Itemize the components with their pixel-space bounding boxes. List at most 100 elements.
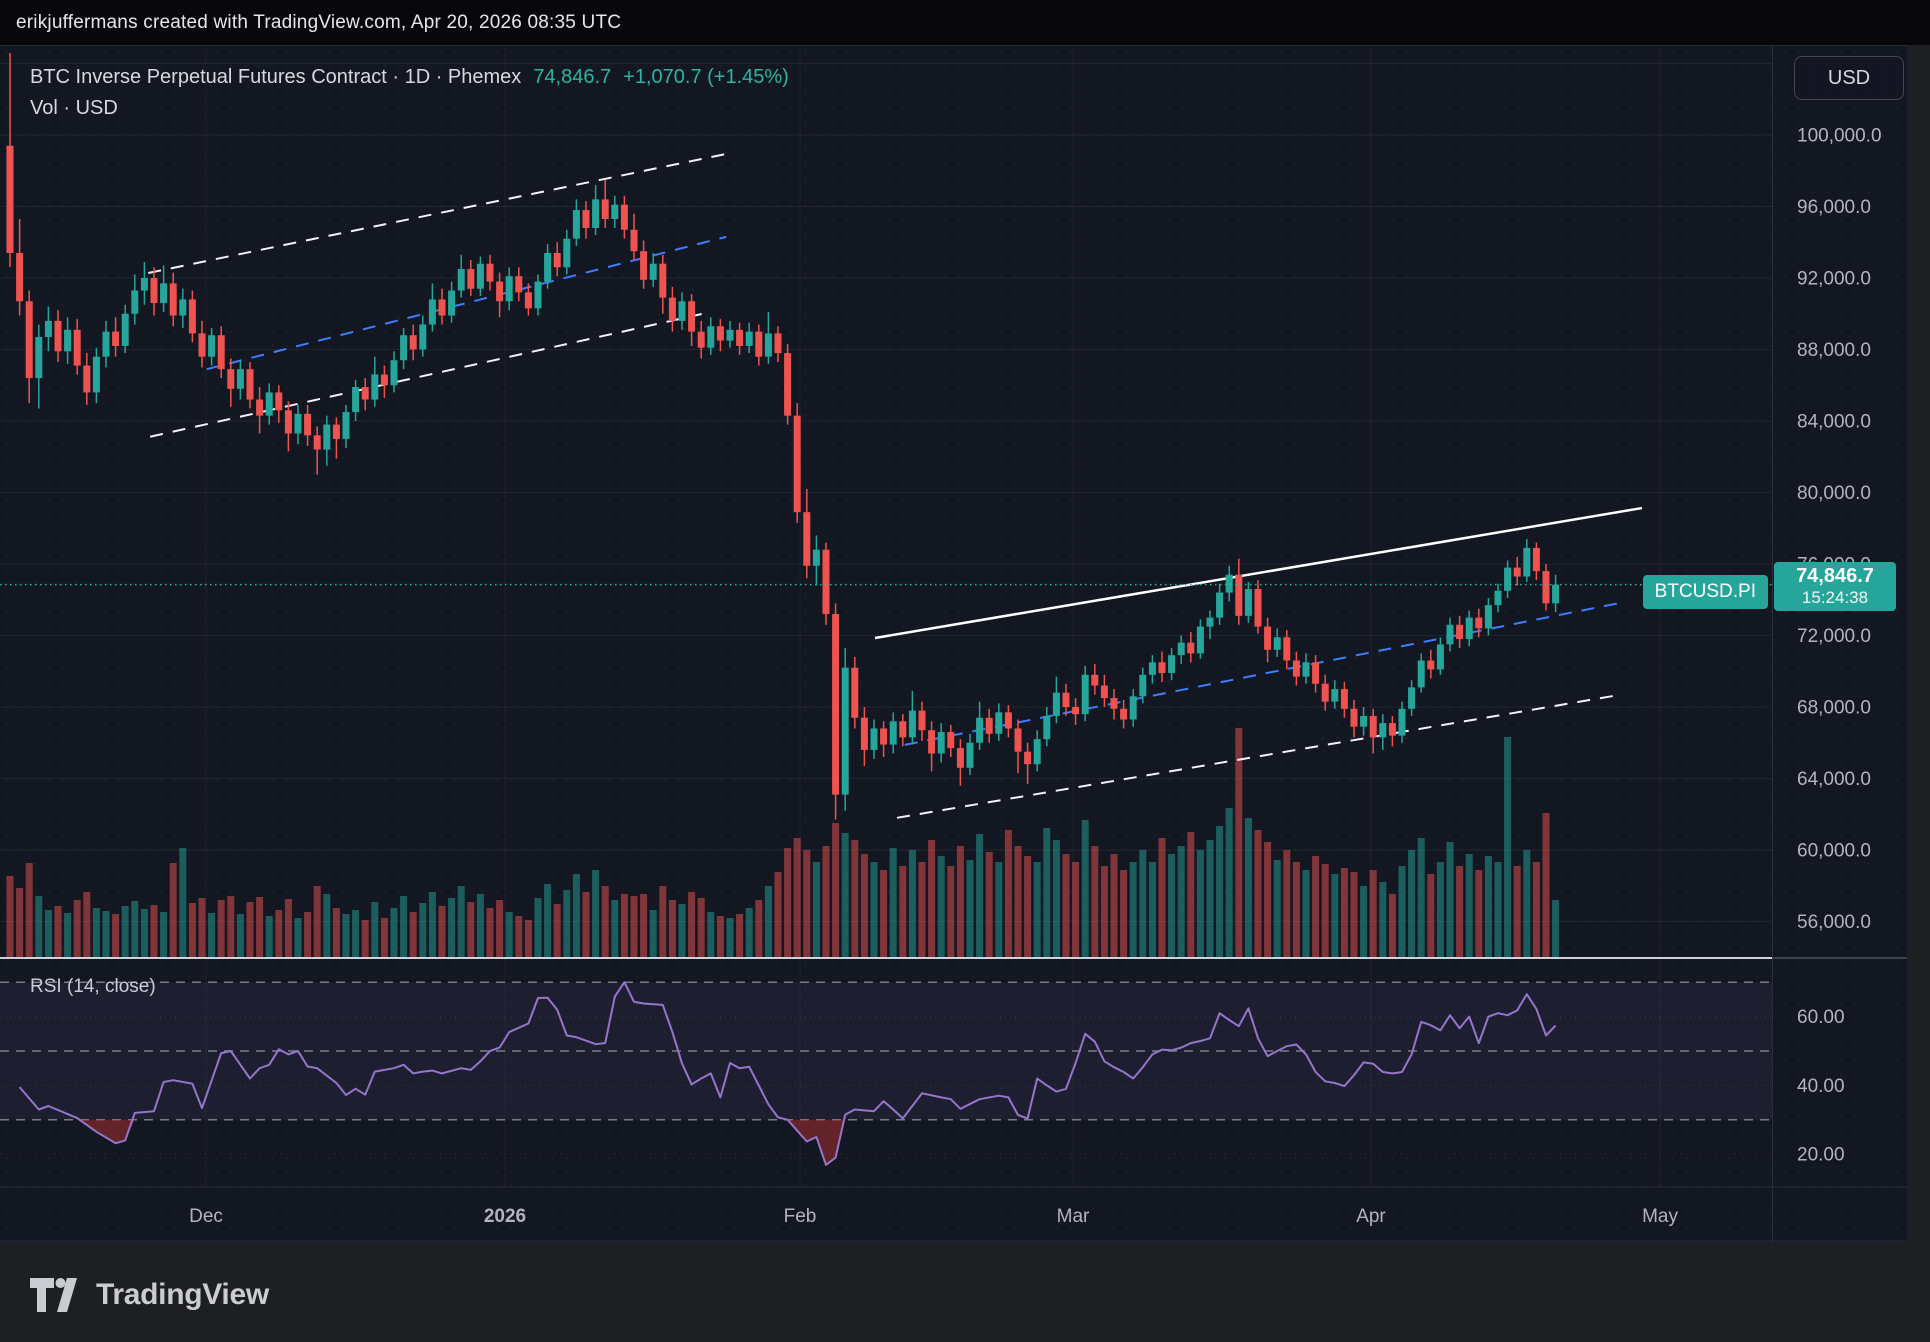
volume-bar [746, 908, 753, 958]
volume-bar [1072, 862, 1079, 958]
volume-bar [813, 862, 820, 958]
candle-body [467, 269, 474, 289]
time-axis-label: Dec [189, 1206, 223, 1227]
candle-body [1043, 716, 1050, 739]
candle-body [1120, 709, 1127, 720]
candle-body [679, 301, 686, 321]
candle-body [602, 199, 609, 219]
candle-body [1514, 568, 1521, 577]
candle-body [371, 375, 378, 400]
candle-body [304, 414, 311, 435]
symbol-price-flag[interactable]: BTCUSD.PI [1643, 575, 1768, 609]
volume-bar [1399, 866, 1406, 958]
candle-body [496, 282, 503, 302]
volume-bar [707, 912, 714, 958]
volume-bar [458, 886, 465, 958]
volume-bar [285, 899, 292, 958]
volume-bar [1178, 846, 1185, 958]
volume-bar [487, 908, 494, 958]
candle-body [1475, 618, 1482, 629]
volume-bar [93, 908, 100, 958]
volume-bar [573, 874, 580, 958]
legend-last-price: 74,846.7 [533, 66, 611, 89]
volume-bar [823, 846, 830, 958]
candle-body [1447, 625, 1454, 645]
volume-bar [410, 912, 417, 958]
volume-bar [179, 848, 186, 958]
candle-body [1111, 698, 1118, 709]
bar-countdown: 15:24:38 [1774, 588, 1896, 608]
chart-canvas[interactable]: 100,000.096,000.092,000.088,000.084,000.… [0, 45, 1907, 1242]
volume-bar [256, 897, 263, 958]
candle-body [1255, 589, 1262, 627]
volume-bar [1130, 862, 1137, 958]
volume-bar [755, 900, 762, 958]
symbol-legend[interactable]: BTC Inverse Perpetual Futures Contract ·… [30, 66, 789, 89]
volume-bar [544, 884, 551, 958]
candle-body [1034, 739, 1041, 764]
volume-bar [1552, 900, 1559, 958]
candle-body [151, 278, 158, 303]
last-price-axis-label: 74,846.7 15:24:38 [1774, 562, 1896, 611]
candle-body [1197, 627, 1204, 654]
volume-bar [736, 914, 743, 958]
candle-body [1399, 709, 1406, 736]
volume-bar [554, 904, 561, 958]
volume-bar [266, 916, 273, 958]
candle-body [343, 412, 350, 439]
time-axis-label: Apr [1356, 1206, 1386, 1227]
volume-bar [631, 896, 638, 958]
candle-body [1178, 643, 1185, 656]
candle-body [1341, 689, 1348, 709]
volume-bar [429, 892, 436, 958]
candle-body [861, 718, 868, 750]
volume-bar [890, 848, 897, 958]
volume-bar [1168, 854, 1175, 958]
candle-body [1466, 618, 1473, 639]
candle-body [285, 410, 292, 433]
candle-body [1360, 716, 1367, 727]
candle-body [1187, 643, 1194, 654]
volume-bar [1543, 813, 1550, 958]
candle-body [83, 366, 90, 393]
chart-area[interactable]: 100,000.096,000.092,000.088,000.084,000.… [0, 45, 1907, 1242]
volume-bar [909, 850, 916, 958]
candle-body [957, 748, 964, 768]
volume-bar [151, 905, 158, 958]
price-axis-label: 88,000.0 [1797, 340, 1871, 361]
volume-bar [237, 914, 244, 958]
candle-body [583, 210, 590, 228]
candle-body [199, 333, 206, 356]
candle-body [458, 269, 465, 290]
candle-body [707, 326, 714, 347]
candle-body [122, 314, 129, 346]
candle-body [237, 369, 244, 389]
volume-bar [563, 890, 570, 958]
candle-body [938, 732, 945, 753]
candle-body [544, 253, 551, 282]
price-axis-label: 64,000.0 [1797, 769, 1871, 790]
volume-legend[interactable]: Vol · USD [30, 97, 118, 120]
volume-bar [784, 848, 791, 958]
volume-bar [803, 850, 810, 958]
candle-body [1091, 675, 1098, 686]
attribution-bar: erikjuffermans created with TradingView.… [0, 0, 1930, 45]
volume-bar [1082, 820, 1089, 958]
volume-bar [1447, 842, 1454, 958]
candle-body [1543, 571, 1550, 603]
currency-toggle-button[interactable]: USD [1794, 56, 1904, 100]
candle-body [35, 337, 42, 378]
volume-bar [160, 912, 167, 958]
volume-bar [333, 908, 340, 958]
tradingview-logo[interactable]: TradingView [30, 1278, 269, 1312]
volume-bar [1360, 886, 1367, 958]
volume-bar [1485, 856, 1492, 958]
volume-bar [679, 904, 686, 958]
candle-body [1370, 716, 1377, 737]
legend-title[interactable]: BTC Inverse Perpetual Futures Contract ·… [30, 66, 521, 89]
volume-bar [967, 860, 974, 958]
volume-bar [1312, 856, 1319, 958]
candle-body [1024, 752, 1031, 765]
rsi-indicator-label[interactable]: RSI (14, close) [30, 976, 156, 998]
candle-body [131, 291, 138, 314]
